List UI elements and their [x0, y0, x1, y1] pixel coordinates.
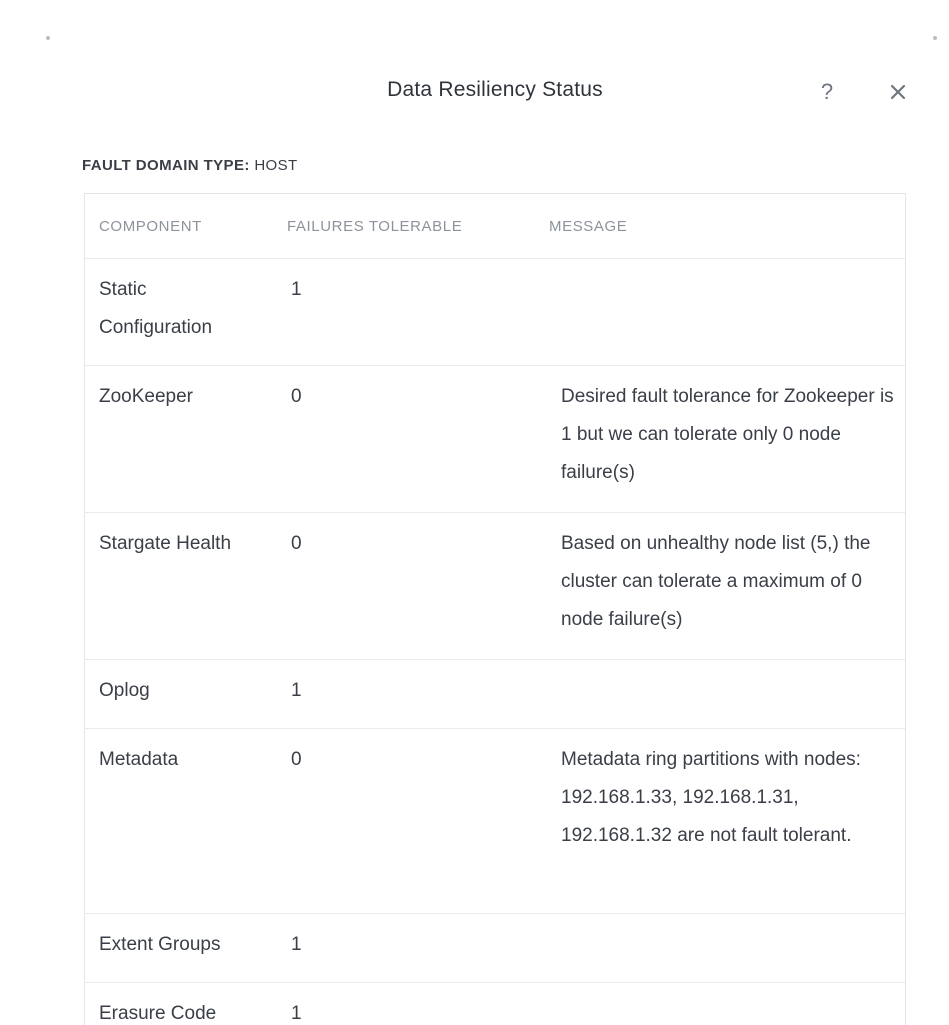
column-header-failures-tolerable: FAILURES TOLERABLE [273, 194, 535, 259]
table-row: Erasure Code 1 [85, 983, 905, 1025]
resiliency-table: COMPONENT FAILURES TOLERABLE MESSAGE Sta… [85, 194, 905, 1025]
message-cell: Desired fault tolerance for Zookeeper is… [535, 365, 905, 513]
failures-cell: 1 [291, 1003, 302, 1024]
table-row: ZooKeeper 0 Desired fault tolerance for … [85, 365, 905, 513]
component-cell: ZooKeeper [85, 365, 273, 513]
resiliency-table-container[interactable]: COMPONENT FAILURES TOLERABLE MESSAGE Sta… [84, 193, 906, 1025]
column-header-component: COMPONENT [85, 194, 273, 259]
fault-domain-value: HOST [254, 157, 298, 174]
component-cell: Oplog [85, 659, 273, 729]
message-cell: Based on unhealthy node list (5,) the cl… [535, 512, 905, 660]
table-row: Static Configuration 1 [85, 258, 905, 366]
message-cell [535, 983, 905, 1025]
table-header-row: COMPONENT FAILURES TOLERABLE MESSAGE [85, 194, 905, 259]
component-cell: Static Configuration [85, 258, 273, 366]
corner-dot-right [933, 36, 937, 40]
close-icon-glyph [890, 84, 906, 100]
component-cell: Metadata [85, 728, 273, 914]
table-row: Metadata 0 Metadata ring partitions with… [85, 728, 905, 914]
dialog-header: Data Resiliency Status ? [0, 64, 949, 120]
table-row: Stargate Health 0 Based on unhealthy nod… [85, 512, 905, 660]
question-mark-icon[interactable]: ? [811, 76, 843, 108]
dialog-title: Data Resiliency Status [387, 78, 603, 101]
component-cell: Extent Groups [85, 913, 273, 983]
close-icon[interactable] [882, 76, 914, 108]
data-resiliency-dialog: Data Resiliency Status ? FAULT DOMAIN TY… [0, 0, 949, 1025]
table-row: Extent Groups 1 [85, 913, 905, 983]
message-cell: Metadata ring partitions with nodes: 192… [535, 728, 905, 914]
failures-cell: 0 [273, 365, 535, 513]
component-cell: Stargate Health [85, 512, 273, 660]
component-cell: Erasure Code [99, 1003, 217, 1024]
fault-domain-label: FAULT DOMAIN TYPE: [82, 157, 250, 174]
message-cell [535, 659, 905, 729]
corner-dot-left [46, 36, 50, 40]
table-row: Oplog 1 [85, 659, 905, 729]
message-cell [535, 913, 905, 983]
message-cell [535, 258, 905, 366]
failures-cell: 0 [273, 512, 535, 660]
failures-cell: 0 [273, 728, 535, 914]
failures-cell: 1 [273, 913, 535, 983]
column-header-message: MESSAGE [535, 194, 905, 259]
failures-cell: 1 [273, 659, 535, 729]
failures-cell: 1 [273, 258, 535, 366]
fault-domain-type: FAULT DOMAIN TYPE: HOST [82, 157, 298, 174]
